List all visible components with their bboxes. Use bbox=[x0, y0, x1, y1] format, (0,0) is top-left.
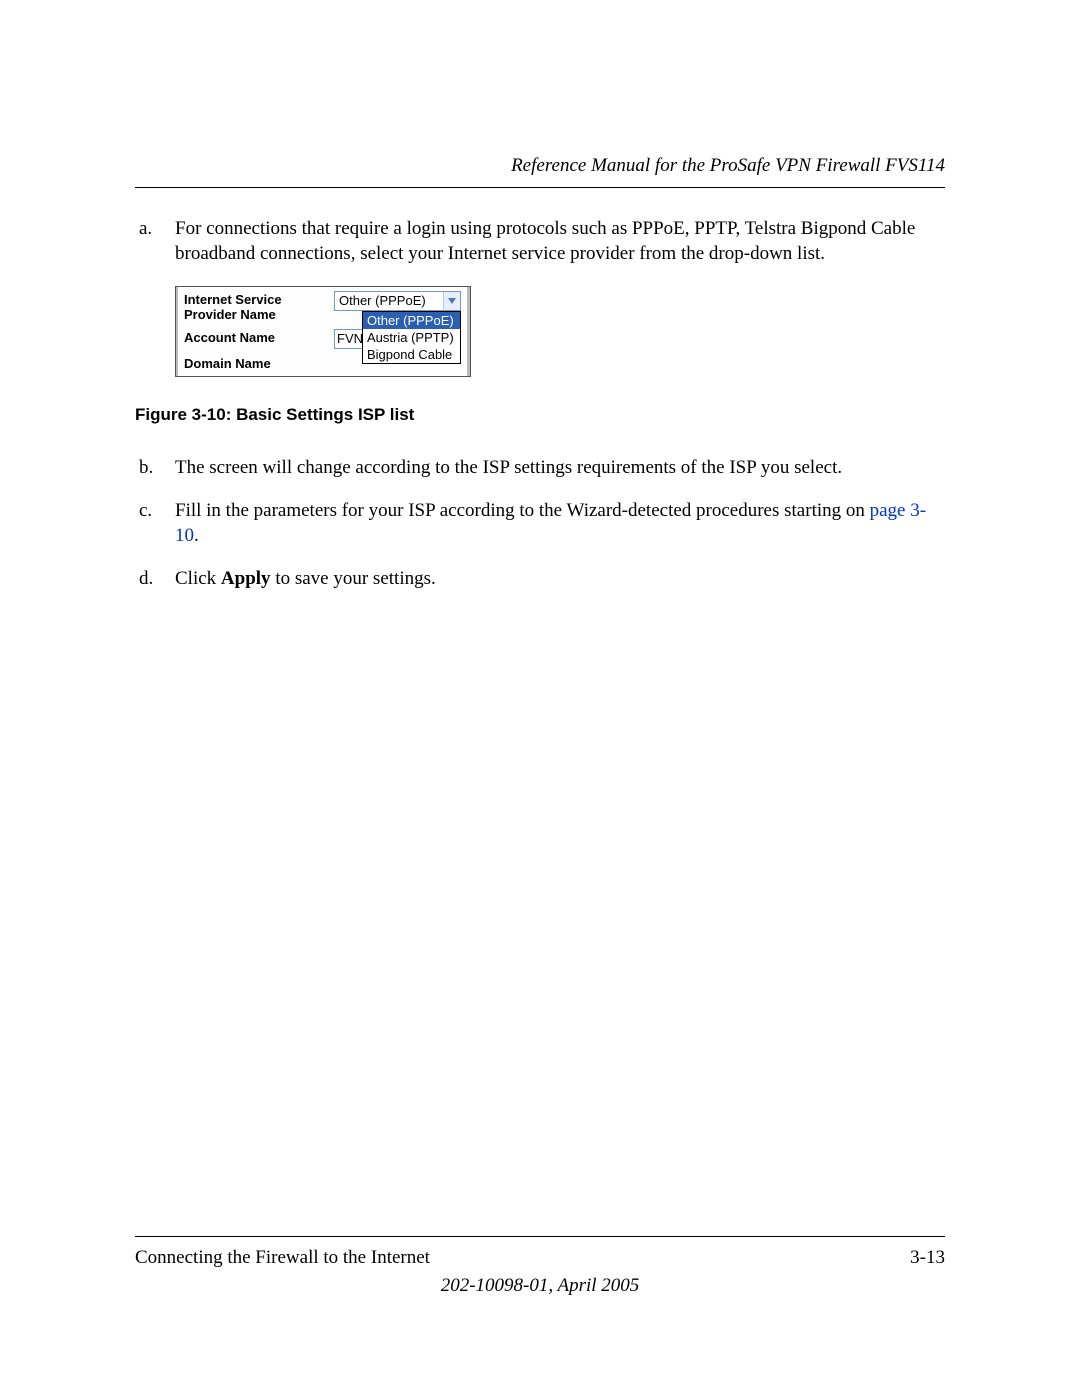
step-a: a. For connections that require a login … bbox=[175, 216, 945, 266]
step-d-text-after: to save your settings. bbox=[271, 568, 436, 589]
page-header: Reference Manual for the ProSafe VPN Fir… bbox=[135, 155, 945, 188]
header-title: Reference Manual for the ProSafe VPN Fir… bbox=[511, 155, 945, 176]
isp-option[interactable]: Other (PPPoE) bbox=[363, 312, 460, 329]
step-b-text: The screen will change according to the … bbox=[175, 457, 842, 478]
step-b: b. The screen will change according to t… bbox=[175, 455, 945, 480]
step-c: c. Fill in the parameters for your ISP a… bbox=[175, 498, 945, 548]
step-d-bold: Apply bbox=[221, 568, 271, 589]
isp-option[interactable]: Bigpond Cable bbox=[363, 346, 460, 363]
step-c-text-after: . bbox=[194, 525, 199, 546]
account-name-label: Account Name bbox=[184, 329, 334, 346]
figure-caption: Figure 3-10: Basic Settings ISP list bbox=[135, 405, 945, 425]
step-a-text: For connections that require a login usi… bbox=[175, 218, 915, 264]
figure-screenshot: Internet Service Provider Name Other (PP… bbox=[175, 286, 945, 377]
step-c-marker: c. bbox=[139, 498, 152, 523]
footer-page-number: 3-13 bbox=[910, 1247, 945, 1269]
step-b-marker: b. bbox=[139, 455, 153, 480]
domain-name-label: Domain Name bbox=[184, 355, 334, 372]
step-a-marker: a. bbox=[139, 216, 152, 241]
step-d-marker: d. bbox=[139, 566, 153, 591]
isp-dropdown-panel: Other (PPPoE) Austria (PPTP) Bigpond Cab… bbox=[362, 311, 461, 364]
step-c-text-before: Fill in the parameters for your ISP acco… bbox=[175, 500, 870, 521]
footer-section: Connecting the Firewall to the Internet bbox=[135, 1247, 430, 1269]
isp-option[interactable]: Austria (PPTP) bbox=[363, 329, 460, 346]
isp-select[interactable]: Other (PPPoE) bbox=[334, 291, 461, 311]
account-name-input[interactable]: FVN bbox=[334, 329, 364, 349]
step-d-text-before: Click bbox=[175, 568, 221, 589]
isp-select-value: Other (PPPoE) bbox=[335, 292, 443, 310]
chevron-down-icon[interactable] bbox=[443, 292, 460, 310]
step-d: d. Click Apply to save your settings. bbox=[175, 566, 945, 591]
footer-docinfo: 202-10098-01, April 2005 bbox=[135, 1275, 945, 1297]
page-footer: Connecting the Firewall to the Internet … bbox=[135, 1236, 945, 1297]
isp-name-label: Internet Service Provider Name bbox=[184, 291, 334, 323]
